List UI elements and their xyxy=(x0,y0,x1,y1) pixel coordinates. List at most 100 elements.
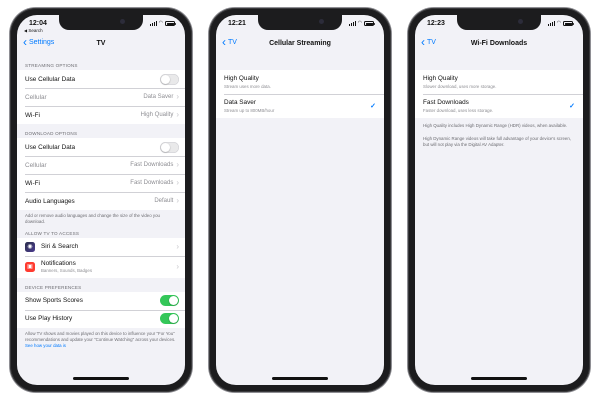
screen-tv-settings: 12:04 ◀ Search ◠ ‹ Settings TV STREAMING … xyxy=(17,15,185,385)
row-value: Fast Downloads xyxy=(130,162,174,168)
row-label: Show Sports Scores xyxy=(25,297,83,305)
page-title: TV xyxy=(96,40,106,47)
status-time: 12:23 xyxy=(427,20,445,27)
row-audio-languages[interactable]: Audio Languages Default › xyxy=(17,192,185,210)
row-value: High Quality xyxy=(140,112,174,118)
home-indicator xyxy=(73,377,129,380)
chevron-right-icon: › xyxy=(176,178,179,187)
row-download-wifi[interactable]: Wi-Fi Fast Downloads › xyxy=(17,174,185,192)
row-label: Use Play History xyxy=(25,315,73,323)
battery-icon xyxy=(165,21,176,26)
screen-wifi-downloads: 12:23 ◠ ‹ TV Wi-Fi Downloads High Quality… xyxy=(415,15,583,385)
group-preferences: Show Sports Scores Use Play History xyxy=(17,291,185,328)
row-label: Cellular xyxy=(25,93,47,101)
row-label: Use Cellular Data xyxy=(25,75,76,83)
system-icons: ◠ xyxy=(149,20,176,26)
cellular-signal-icon xyxy=(348,21,356,26)
option-title: Fast Downloads xyxy=(423,99,469,107)
row-stream-wifi[interactable]: Wi-Fi High Quality › xyxy=(17,106,185,124)
chevron-right-icon: › xyxy=(176,110,179,119)
group-streaming-quality: High Quality Stream uses more data. Data… xyxy=(216,70,384,118)
phone-notch xyxy=(457,15,541,30)
option-title: Data Saver xyxy=(224,99,256,107)
phone-tv-settings: 12:04 ◀ Search ◠ ‹ Settings TV STREAMING … xyxy=(10,8,192,392)
row-stream-cellular[interactable]: Cellular Data Saver › xyxy=(17,88,185,106)
option-subtitle: Faster download, uses less storage. xyxy=(423,107,494,113)
section-header-access: ALLOW TV TO ACCESS xyxy=(25,230,80,236)
option-subtitle: Stream up to 800MB/hour xyxy=(224,107,275,113)
row-value: Data Saver xyxy=(143,94,174,100)
back-app-label: Search xyxy=(28,28,43,33)
phone-cellular-streaming: 12:21 ◠ ‹ TV Cellular Streaming High Qual… xyxy=(209,8,391,392)
row-notifications[interactable]: ▣ Notifications Banners, Sounds, Badges … xyxy=(17,255,185,278)
status-time: 12:04 xyxy=(29,20,47,27)
navigation-bar: ‹ TV Cellular Streaming xyxy=(216,36,384,56)
group-access: ◉ Siri & Search › ▣ Notifications Banner… xyxy=(17,237,185,278)
download-cellular-toggle[interactable] xyxy=(160,141,179,153)
page-title: Wi-Fi Downloads xyxy=(470,40,528,47)
phone-wifi-downloads: 12:23 ◠ ‹ TV Wi-Fi Downloads High Quality… xyxy=(408,8,590,392)
row-siri-search[interactable]: ◉ Siri & Search › xyxy=(17,238,185,256)
home-indicator xyxy=(272,377,328,380)
chevron-right-icon: › xyxy=(176,261,179,271)
hdr-adapter-note: High Dynamic Range videos will take full… xyxy=(423,135,571,147)
section-header-streaming: STREAMING OPTIONS xyxy=(25,63,78,68)
notifications-icon: ▣ xyxy=(25,261,35,272)
option-data-saver[interactable]: Data Saver Stream up to 800MB/hour ✓ xyxy=(216,94,384,118)
row-value: Default xyxy=(154,198,174,204)
row-sublabel: Banners, Sounds, Badges xyxy=(41,268,93,274)
page-title: Cellular Streaming xyxy=(269,40,331,47)
group-streaming: Use Cellular Data Cellular Data Saver › … xyxy=(17,70,185,124)
option-subtitle: Slower download, uses more storage. xyxy=(423,83,497,89)
navigation-bar: ‹ TV Wi-Fi Downloads xyxy=(415,36,583,56)
row-download-use-cellular: Use Cellular Data xyxy=(17,138,185,156)
phone-notch xyxy=(258,15,342,30)
cellular-signal-icon xyxy=(149,21,157,26)
row-label: Cellular xyxy=(25,161,47,169)
system-icons: ◠ xyxy=(348,20,375,26)
hdr-note: High Quality includes High Dynamic Range… xyxy=(423,123,568,128)
battery-icon xyxy=(364,21,375,26)
stream-cellular-toggle[interactable] xyxy=(160,73,179,85)
row-label: Wi-Fi xyxy=(25,179,40,187)
row-label: Siri & Search xyxy=(41,243,79,251)
row-sports-scores: Show Sports Scores xyxy=(17,292,185,310)
chevron-right-icon: › xyxy=(176,241,179,251)
data-info-link[interactable]: See how your data is xyxy=(25,343,66,348)
option-subtitle: Stream uses more data. xyxy=(224,83,271,89)
row-stream-use-cellular: Use Cellular Data xyxy=(17,70,185,88)
option-fast-downloads[interactable]: Fast Downloads Faster download, uses les… xyxy=(415,94,583,118)
system-icons: ◠ xyxy=(547,20,574,26)
checkmark-icon: ✓ xyxy=(569,103,575,110)
option-high-quality[interactable]: High Quality Stream uses more data. xyxy=(216,70,384,94)
wifi-icon: ◠ xyxy=(158,20,163,26)
play-history-toggle[interactable] xyxy=(160,313,179,325)
screen-cellular-streaming: 12:21 ◠ ‹ TV Cellular Streaming High Qual… xyxy=(216,15,384,385)
status-time: 12:21 xyxy=(228,20,246,27)
cellular-signal-icon xyxy=(547,21,555,26)
wifi-icon: ◠ xyxy=(556,20,561,26)
home-indicator xyxy=(471,377,527,380)
group-download: Use Cellular Data Cellular Fast Download… xyxy=(17,138,185,210)
option-title: High Quality xyxy=(224,75,259,83)
battery-icon xyxy=(563,21,574,26)
back-triangle-icon: ◀ xyxy=(24,28,28,33)
navigation-bar: ‹ Settings TV xyxy=(17,36,185,56)
row-label: Audio Languages xyxy=(25,197,75,205)
chevron-right-icon: › xyxy=(176,196,179,205)
checkmark-icon: ✓ xyxy=(370,103,376,110)
sports-scores-toggle[interactable] xyxy=(160,295,179,307)
group-download-quality: High Quality Slower download, uses more … xyxy=(415,70,583,118)
section-header-preferences: DEVICE PREFERENCES xyxy=(25,284,82,290)
row-value: Fast Downloads xyxy=(130,180,174,186)
preferences-footer-text: Allow TV shows and movies played on this… xyxy=(25,330,176,342)
row-label: Use Cellular Data xyxy=(25,143,76,151)
option-high-quality[interactable]: High Quality Slower download, uses more … xyxy=(415,70,583,94)
chevron-right-icon: › xyxy=(176,160,179,169)
chevron-right-icon: › xyxy=(176,92,179,101)
back-to-app-link[interactable]: ◀ Search xyxy=(24,28,43,33)
row-download-cellular[interactable]: Cellular Fast Downloads › xyxy=(17,156,185,174)
row-play-history: Use Play History xyxy=(17,309,185,328)
wifi-icon: ◠ xyxy=(357,20,362,26)
phone-notch xyxy=(59,15,143,30)
